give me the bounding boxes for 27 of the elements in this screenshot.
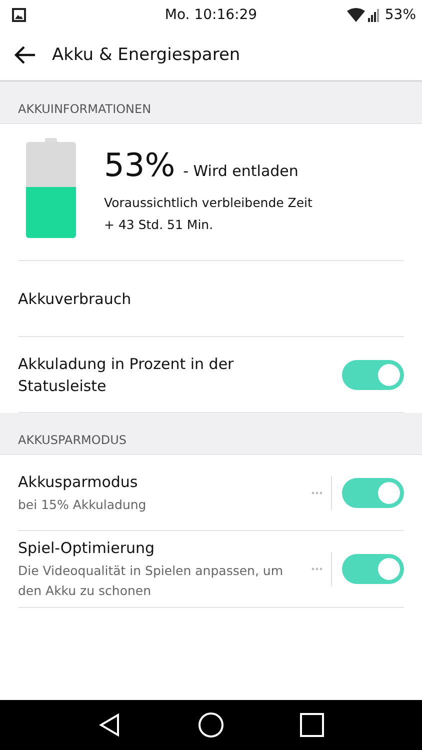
toggle-switch[interactable] [342,478,404,508]
setting-subtitle: bei 15% Akkuladung [18,496,148,514]
home-icon[interactable] [198,712,224,738]
toggle-switch[interactable] [342,554,404,584]
remaining-time-label: Voraussichtlich verbleibende Zeit [104,194,312,212]
page-title: Akku & Energiesparen [52,45,240,65]
section-header: AKKUSPARMODUS [0,413,422,455]
toggle-switch[interactable] [342,360,404,390]
signal-icon [368,8,382,22]
battery-state: - Wird entladen [183,162,298,180]
wifi-icon [346,8,365,22]
battery-percent: 53% [384,7,416,23]
more-icon[interactable] [311,567,323,571]
setting-title[interactable]: Akkuladung in Prozent in der Statusleiste [18,352,288,396]
more-icon[interactable] [311,490,323,494]
clock: Mo. 10:16:29 [164,7,258,23]
setting-subtitle: Die Videoqualität in Spielen anpassen, um den Akku zu schonen [18,562,284,600]
remaining-time: + 43 Std. 51 Min. [104,216,214,234]
section-header: AKKUINFORMATIONEN [0,82,422,124]
battery-level-icon [26,138,76,238]
setting-title[interactable]: Akkusparmodus [18,470,288,492]
back-icon[interactable] [98,713,122,737]
recents-icon[interactable] [300,713,324,737]
battery-percentage: 53% [104,146,176,184]
setting-title[interactable]: Spiel-Optimierung [18,537,288,559]
setting-title[interactable]: Akkuverbrauch [18,288,288,310]
gallery-icon [12,8,26,22]
